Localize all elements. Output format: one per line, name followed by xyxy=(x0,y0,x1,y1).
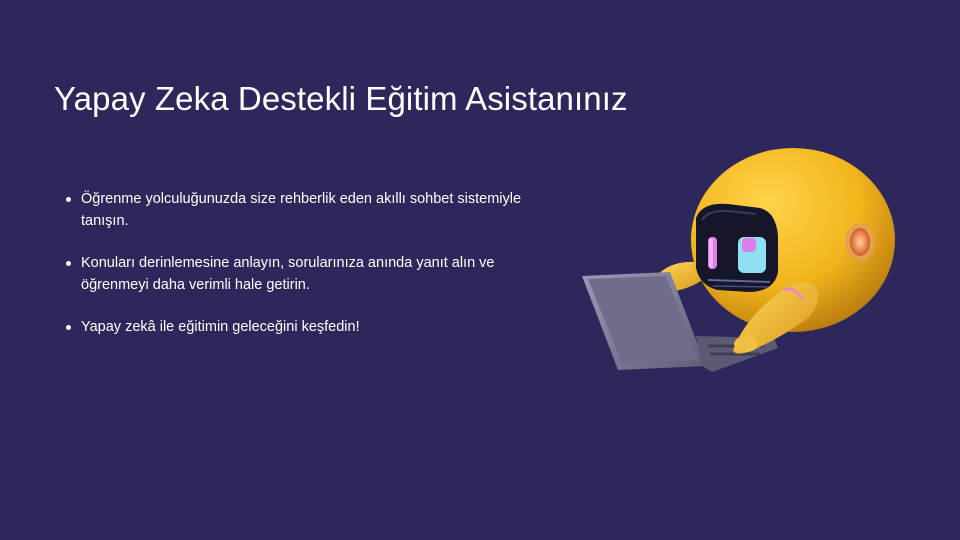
slide-title: Yapay Zeka Destekli Eğitim Asistanınız xyxy=(54,80,628,117)
bullet-text: Öğrenme yolculuğunuzda size rehberlik ed… xyxy=(81,191,522,229)
bullet-dot-icon xyxy=(66,325,71,330)
bullet-dot-icon xyxy=(66,197,71,202)
bullet-item: Yapay zekâ ile eğitimin geleceğini keşfe… xyxy=(66,316,566,338)
bullet-item: Konuları derinlemesine anlayın, soruları… xyxy=(66,252,566,296)
robot-with-laptop-icon xyxy=(582,148,895,372)
bullet-text: Konuları derinlemesine anlayın, soruları… xyxy=(81,255,495,293)
slide: Yapay Zeka Destekli Eğitim Asistanınız Ö… xyxy=(0,0,960,540)
bullet-list: Öğrenme yolculuğunuzda size rehberlik ed… xyxy=(66,188,566,358)
bullet-dot-icon xyxy=(66,261,71,266)
bullet-item: Öğrenme yolculuğunuzda size rehberlik ed… xyxy=(66,188,566,232)
bullet-text: Yapay zekâ ile eğitimin geleceğini keşfe… xyxy=(81,319,360,335)
